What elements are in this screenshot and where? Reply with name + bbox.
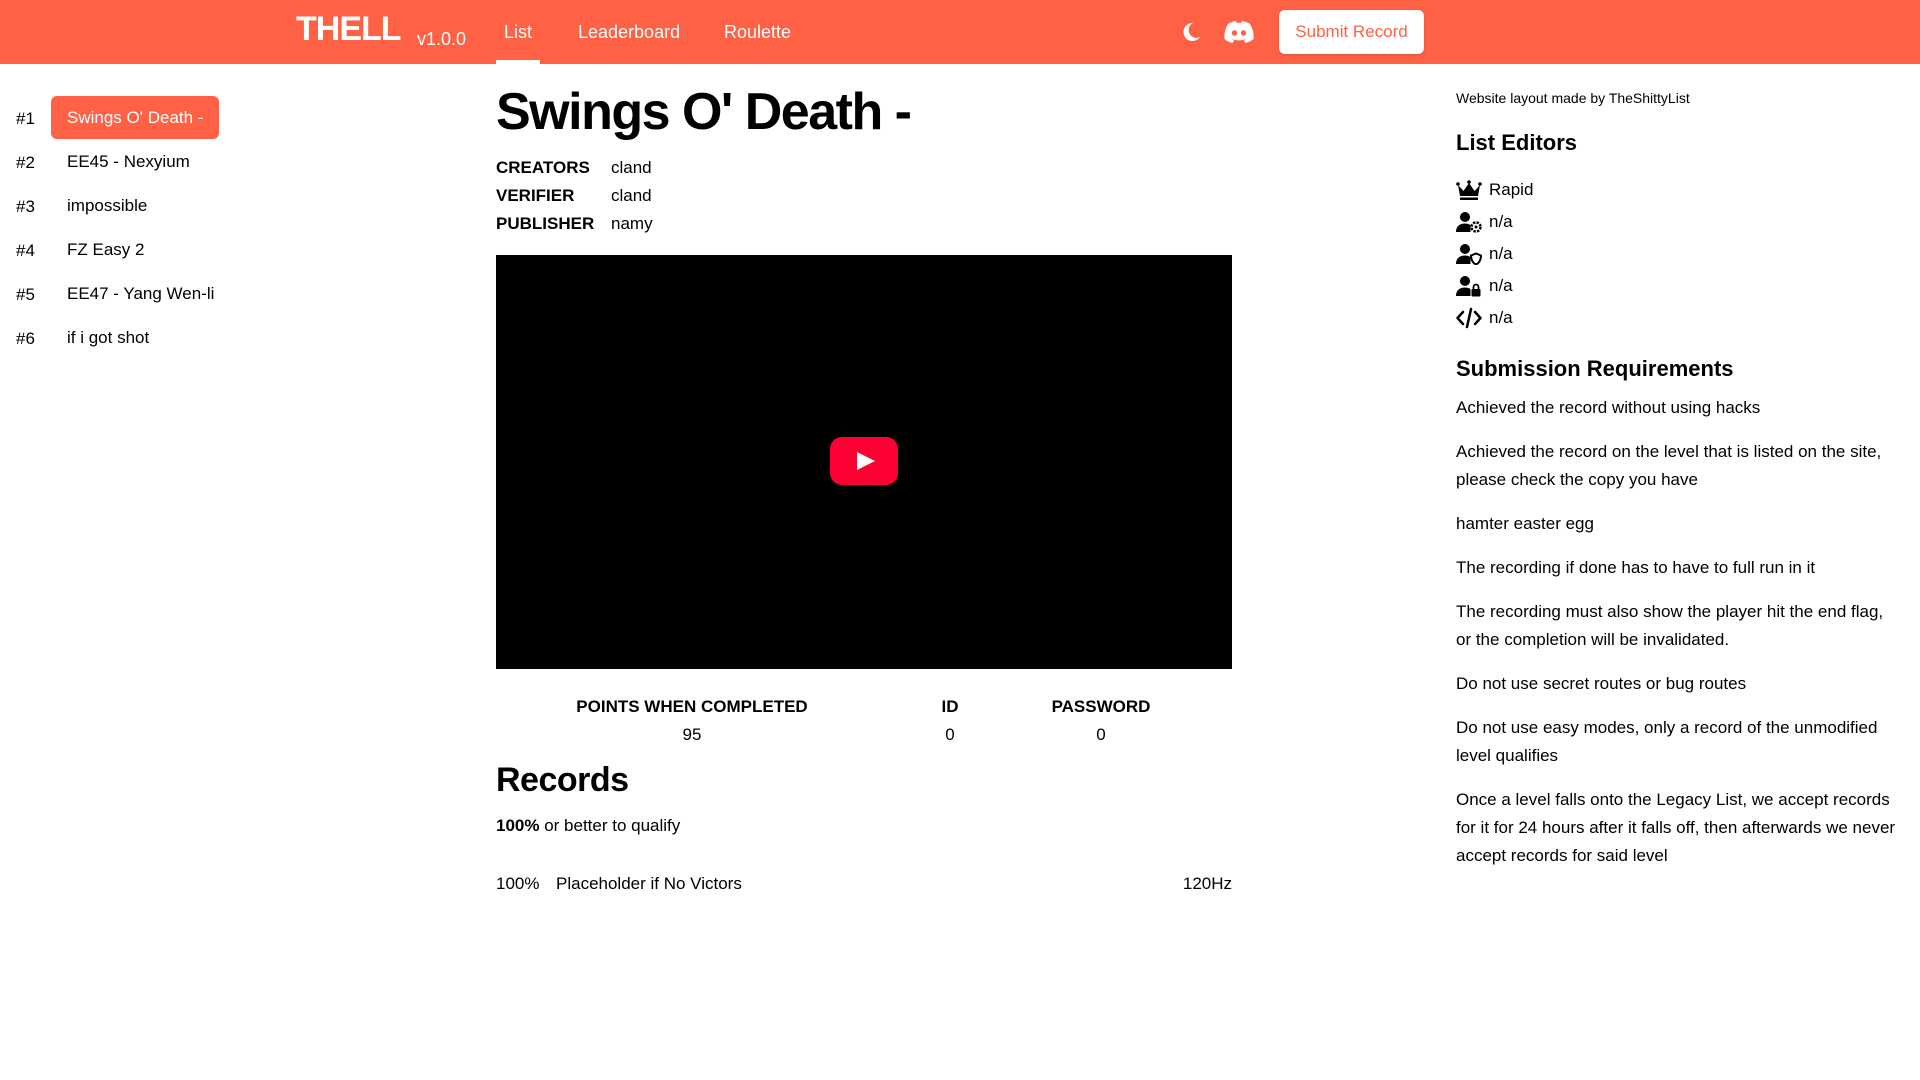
meta-key: CREATORS	[496, 158, 590, 177]
requirement-item: Do not use secret routes or bug routes	[1456, 674, 1747, 693]
requirement-item: hamter easter egg	[1456, 514, 1594, 533]
user-shield-icon	[1456, 244, 1482, 265]
level-rank: #1	[16, 109, 35, 128]
level-name[interactable]: EE45 - Nexyium	[51, 140, 206, 183]
editor-row: n/a	[1456, 270, 1896, 302]
editor-name: n/a	[1489, 308, 1513, 327]
nav-link-list[interactable]: List	[495, 22, 541, 64]
meta-row-creators: CREATORS cland	[496, 158, 1232, 186]
crown-icon	[1456, 180, 1482, 200]
records-title: Records	[496, 761, 629, 799]
video-player[interactable]	[496, 255, 1232, 669]
requirement-item: The recording must also show the player …	[1456, 602, 1884, 649]
user-gear-icon	[1456, 212, 1482, 233]
level-name[interactable]: if i got shot	[51, 316, 165, 359]
editor-row: Rapid	[1456, 174, 1896, 206]
level-name[interactable]: Swings O' Death -	[51, 96, 220, 139]
level-list-item[interactable]: #4 FZ Easy 2	[0, 228, 260, 272]
level-rank: #2	[16, 153, 35, 172]
editor-name: n/a	[1489, 212, 1513, 231]
info-sidebar: Website layout made by TheShittyList Lis…	[1456, 90, 1896, 886]
level-list-item[interactable]: #6 if i got shot	[0, 316, 260, 360]
editor-row: n/a	[1456, 302, 1896, 334]
level-rank: #3	[16, 197, 35, 216]
level-list-item[interactable]: #3 impossible	[0, 184, 260, 228]
meta-row-publisher: PUBLISHER namy	[496, 214, 1232, 242]
editor-list: Rapid n/a n/a n/a n/a	[1456, 174, 1896, 334]
editor-row: n/a	[1456, 238, 1896, 270]
editor-name: n/a	[1489, 276, 1513, 295]
stat-label: POINTS WHEN COMPLETED	[576, 697, 808, 716]
level-rank: #5	[16, 285, 35, 304]
editor-name: Rapid	[1489, 180, 1534, 199]
level-list: #1 Swings O' Death - #2 EE45 - Nexyium #…	[0, 96, 260, 360]
stat-value: 95	[682, 725, 702, 744]
stat-label: ID	[941, 697, 959, 716]
level-rank: #4	[16, 241, 35, 260]
meta-row-verifier: VERIFIER cland	[496, 186, 1232, 214]
record-percent: 100%	[496, 874, 540, 893]
requirement-item: Achieved the record without using hacks	[1456, 398, 1761, 417]
stat-password: PASSWORD 0	[1038, 697, 1164, 745]
meta-value: cland	[611, 158, 652, 177]
layout-credit: Website layout made by TheShittyList	[1456, 90, 1690, 106]
level-meta: CREATORS cland VERIFIER cland PUBLISHER …	[496, 158, 1232, 242]
nav-link-roulette[interactable]: Roulette	[724, 22, 791, 43]
discord-icon[interactable]	[1222, 18, 1256, 46]
meta-key: PUBLISHER	[496, 214, 595, 233]
level-list-item[interactable]: #2 EE45 - Nexyium	[0, 140, 260, 184]
record-hz: 120Hz	[1182, 874, 1232, 893]
user-lock-icon	[1456, 276, 1481, 297]
submit-record-button[interactable]: Submit Record	[1279, 10, 1424, 54]
editor-name: n/a	[1489, 244, 1513, 263]
stat-id: ID 0	[910, 697, 990, 745]
level-name[interactable]: EE47 - Yang Wen-li	[51, 272, 230, 315]
meta-key: VERIFIER	[496, 186, 575, 205]
qualify-percent: 100%	[496, 816, 540, 835]
editor-row: n/a	[1456, 206, 1896, 238]
record-player[interactable]: Placeholder if No Victors	[556, 874, 742, 894]
requirement-item: Achieved the record on the level that is…	[1456, 442, 1882, 489]
requirement-item: Do not use easy modes, only a record of …	[1456, 718, 1878, 765]
play-icon[interactable]	[830, 437, 898, 485]
stat-value: 0	[945, 725, 955, 744]
list-editors-title: List Editors	[1456, 130, 1578, 155]
stat-value: 0	[1096, 725, 1106, 744]
meta-value: cland	[611, 186, 652, 205]
nav-link-leaderboard[interactable]: Leaderboard	[578, 22, 680, 43]
level-title: Swings O' Death -	[496, 83, 912, 141]
qualify-note: 100% or better to qualify	[496, 816, 1232, 836]
stat-label: PASSWORD	[1051, 697, 1151, 716]
brand-logo[interactable]: THELL	[296, 10, 402, 49]
requirement-item: Once a level falls onto the Legacy List,…	[1456, 790, 1896, 865]
requirement-item: The recording if done has to have to ful…	[1456, 558, 1816, 577]
version-label: v1.0.0	[417, 29, 467, 49]
stat-points: POINTS WHEN COMPLETED 95	[576, 697, 808, 745]
requirements-title: Submission Requirements	[1456, 356, 1734, 381]
level-name[interactable]: impossible	[51, 184, 163, 227]
requirements-list: Achieved the record without using hacks …	[1456, 394, 1896, 870]
code-icon	[1456, 307, 1482, 329]
level-list-item[interactable]: #1 Swings O' Death -	[0, 96, 260, 140]
qualify-text: or better to qualify	[539, 816, 681, 835]
meta-value: namy	[611, 214, 653, 233]
level-stats: POINTS WHEN COMPLETED 95 ID 0 PASSWORD 0	[496, 697, 1232, 745]
record-row: 100% Placeholder if No Victors 120Hz	[496, 874, 1232, 898]
level-list-item[interactable]: #5 EE47 - Yang Wen-li	[0, 272, 260, 316]
top-nav: THELL v1.0.0 List Leaderboard Roulette S…	[0, 0, 1920, 64]
moon-icon[interactable]	[1176, 18, 1206, 46]
level-rank: #6	[16, 329, 35, 348]
level-detail: Swings O' Death - CREATORS cland VERIFIE…	[496, 82, 1232, 898]
level-name[interactable]: FZ Easy 2	[51, 228, 160, 271]
